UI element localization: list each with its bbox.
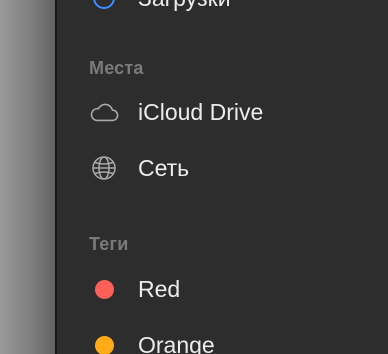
section-header-places: Места	[89, 58, 144, 78]
sidebar-item-icloud-drive[interactable]: iCloud Drive	[89, 92, 379, 132]
sidebar-item-label: Загрузки	[138, 0, 231, 12]
finder-sidebar: Загрузки Места iCloud Drive Сеть	[55, 0, 388, 354]
sidebar-item-label: Orange	[138, 331, 215, 354]
icloud-icon	[89, 97, 119, 127]
tag-color-dot	[94, 279, 114, 299]
network-globe-icon	[89, 153, 119, 183]
section-header-tags: Теги	[89, 234, 129, 254]
sidebar-item-tag-red[interactable]: Red	[89, 269, 379, 309]
tag-color-dot	[94, 335, 114, 354]
sidebar-item-tag-orange[interactable]: Orange	[89, 325, 379, 354]
sidebar-item-network[interactable]: Сеть	[89, 148, 379, 188]
sidebar-item-label: Сеть	[138, 154, 190, 181]
red-tag-dot-icon	[89, 274, 119, 304]
sidebar-item-label: iCloud Drive	[138, 98, 264, 125]
sidebar-item-downloads[interactable]: Загрузки	[89, 0, 231, 18]
orange-tag-dot-icon	[89, 330, 119, 354]
downloads-icon	[89, 0, 119, 13]
window-background-edge	[0, 0, 55, 354]
sidebar-item-label: Red	[138, 275, 181, 302]
